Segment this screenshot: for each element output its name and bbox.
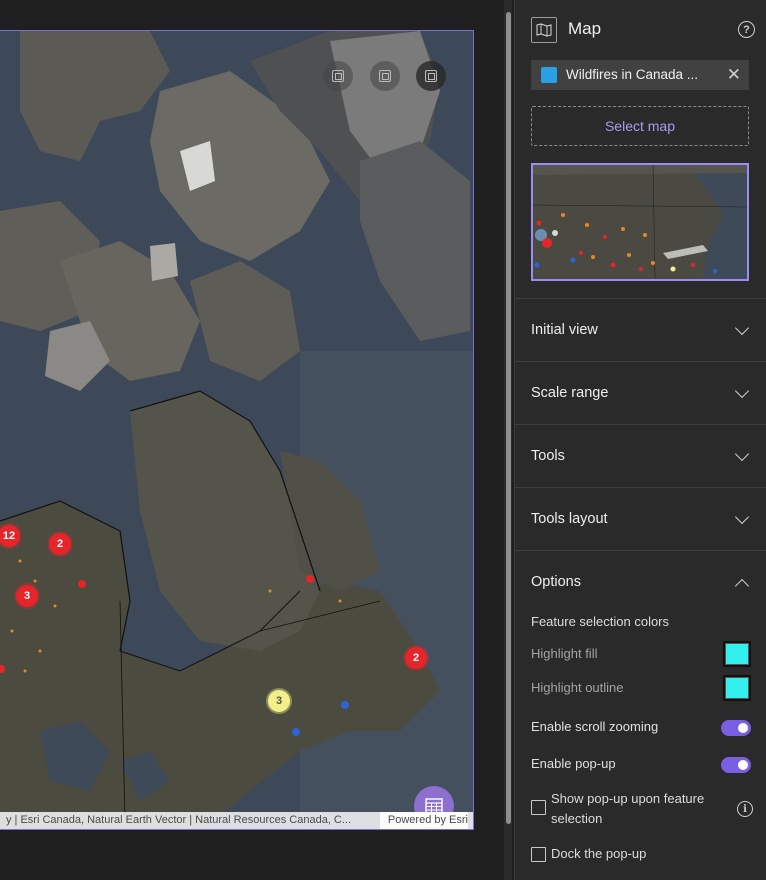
selected-map-name: Wildfires in Canada ... — [566, 67, 699, 82]
label-line: selection — [551, 811, 603, 826]
section-tools-layout[interactable]: Tools layout — [515, 487, 766, 550]
select-map-button[interactable]: Select map — [531, 106, 749, 146]
chevron-down-icon — [734, 446, 750, 462]
cluster-count: 3 — [23, 590, 31, 602]
scroll-zooming-toggle[interactable] — [721, 720, 751, 736]
popup-row: Enable pop-up — [531, 751, 751, 777]
cluster-count: 12 — [2, 530, 16, 542]
chevron-down-icon — [734, 320, 750, 336]
highlight-fill-swatch[interactable] — [723, 641, 751, 667]
cluster-count: 2 — [56, 538, 64, 550]
fire-cluster[interactable]: 3 — [268, 690, 290, 712]
info-icon[interactable]: i — [737, 801, 753, 817]
help-icon[interactable]: ? — [738, 21, 755, 38]
fire-cluster[interactable]: 2 — [405, 647, 427, 669]
show-popup-selection-label: Show pop-up upon feature selection — [551, 789, 704, 829]
powered-by-esri[interactable]: Powered by Esri — [379, 812, 468, 829]
popup-toggle[interactable] — [721, 757, 751, 773]
dock-popup-label: Dock the pop-up — [551, 846, 647, 861]
fire-cluster[interactable]: 3 — [16, 585, 38, 607]
section-label: Tools — [531, 448, 565, 464]
scroll-zooming-row: Enable scroll zooming — [531, 714, 751, 740]
web-map-icon — [541, 67, 557, 83]
map-canvas-area: 12 2 3 2 3 y | Esri Canada, Natural Eart… — [0, 0, 512, 880]
show-popup-selection-checkbox[interactable] — [531, 800, 546, 815]
map-thumbnail-image — [533, 165, 747, 279]
satellite-basemap — [0, 31, 473, 829]
square-icon — [379, 70, 391, 82]
feature-selection-colors-title: Feature selection colors — [531, 614, 670, 629]
dock-popup-checkbox[interactable] — [531, 847, 546, 862]
section-label: Tools layout — [531, 511, 608, 527]
close-icon[interactable]: ✕ — [727, 66, 741, 83]
section-initial-view[interactable]: Initial view — [515, 298, 766, 361]
map-thumbnail[interactable] — [531, 163, 749, 281]
panel-header: Map ? — [515, 0, 766, 60]
square-icon — [332, 70, 344, 82]
cluster-count: 2 — [412, 652, 420, 664]
settings-panel: Map ? Wildfires in Canada ... ✕ Select m… — [514, 0, 766, 880]
scrollbar-thumb[interactable] — [506, 12, 511, 824]
label-line: Show pop-up upon feature — [551, 791, 705, 806]
square-icon — [425, 70, 437, 82]
panel-title: Map — [568, 19, 602, 38]
map-icon — [531, 17, 557, 43]
fire-cluster[interactable]: 2 — [49, 533, 71, 555]
selected-map-chip[interactable]: Wildfires in Canada ... ✕ — [531, 60, 749, 90]
popup-label: Enable pop-up — [531, 756, 616, 771]
dock-popup-row[interactable]: Dock the pop-up — [531, 844, 753, 866]
fire-point[interactable] — [292, 728, 300, 736]
map-tool-button[interactable] — [416, 61, 446, 91]
highlight-outline-row: Highlight outline — [531, 675, 751, 701]
highlight-fill-row: Highlight fill — [531, 641, 751, 667]
chevron-down-icon — [734, 383, 750, 399]
highlight-outline-swatch[interactable] — [723, 675, 751, 701]
attribution-text: y | Esri Canada, Natural Earth Vector | … — [6, 814, 352, 826]
fire-point[interactable] — [341, 701, 349, 709]
map-view[interactable]: 12 2 3 2 3 y | Esri Canada, Natural Eart… — [0, 30, 474, 830]
fire-point[interactable] — [78, 580, 86, 588]
map-tool-button[interactable] — [370, 61, 400, 91]
highlight-fill-label: Highlight fill — [531, 646, 598, 661]
app-root: 12 2 3 2 3 y | Esri Canada, Natural Eart… — [0, 0, 766, 880]
show-popup-selection-row[interactable]: Show pop-up upon feature selection i — [531, 789, 753, 829]
section-scale-range[interactable]: Scale range — [515, 361, 766, 424]
section-label: Initial view — [531, 322, 598, 338]
section-label: Scale range — [531, 385, 609, 401]
section-tools[interactable]: Tools — [515, 424, 766, 487]
fire-point[interactable] — [306, 575, 314, 583]
highlight-outline-label: Highlight outline — [531, 680, 624, 695]
section-options[interactable]: Options — [515, 550, 766, 613]
chevron-up-icon — [734, 578, 750, 594]
cluster-count: 3 — [275, 695, 283, 707]
map-attribution: y | Esri Canada, Natural Earth Vector | … — [0, 812, 473, 829]
chevron-down-icon — [734, 509, 750, 525]
section-label: Options — [531, 574, 581, 590]
map-tool-button[interactable] — [323, 61, 353, 91]
scroll-zooming-label: Enable scroll zooming — [531, 719, 659, 734]
